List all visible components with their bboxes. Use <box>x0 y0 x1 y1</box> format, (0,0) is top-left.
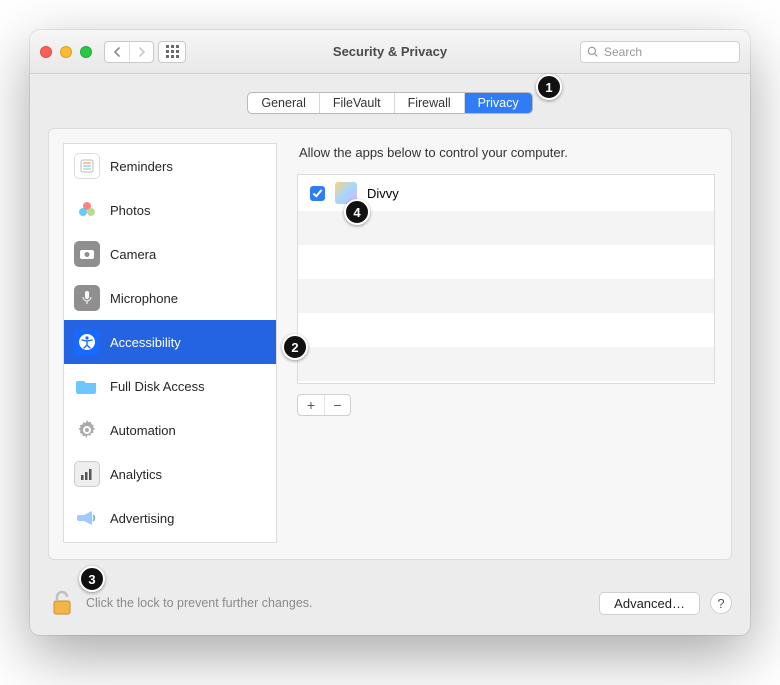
folder-icon <box>74 373 100 399</box>
app-checkbox[interactable] <box>310 186 325 201</box>
sidebar-item-accessibility[interactable]: Accessibility <box>64 320 276 364</box>
list-row-empty <box>298 347 714 381</box>
gear-icon <box>74 417 100 443</box>
show-all-button[interactable] <box>158 41 186 63</box>
tab-filevault[interactable]: FileVault <box>320 93 395 113</box>
help-button[interactable]: ? <box>710 592 732 614</box>
add-remove-buttons: + − <box>297 394 351 416</box>
instruction-text: Allow the apps below to control your com… <box>299 145 715 160</box>
sidebar-item-label: Photos <box>110 203 150 218</box>
sidebar-item-label: Analytics <box>110 467 162 482</box>
megaphone-icon <box>74 505 100 531</box>
grid-icon <box>166 45 179 58</box>
category-sidebar[interactable]: Reminders Photos Camera Microphone <box>63 143 277 543</box>
callout-3: 3 <box>79 566 105 592</box>
nav-back-forward <box>104 41 154 63</box>
list-row-empty <box>298 313 714 347</box>
sidebar-item-label: Automation <box>110 423 176 438</box>
sidebar-item-analytics[interactable]: Analytics <box>64 452 276 496</box>
sidebar-item-photos[interactable]: Photos <box>64 188 276 232</box>
sidebar-item-label: Advertising <box>110 511 174 526</box>
sidebar-item-label: Camera <box>110 247 156 262</box>
callout-1: 1 <box>536 74 562 100</box>
callout-2: 2 <box>282 334 308 360</box>
content-pane: Reminders Photos Camera Microphone <box>48 128 732 560</box>
photos-icon <box>74 197 100 223</box>
list-row-empty <box>298 245 714 279</box>
search-input[interactable]: Search <box>580 41 740 63</box>
tab-firewall[interactable]: Firewall <box>395 93 465 113</box>
forward-button[interactable] <box>129 42 153 62</box>
search-placeholder: Search <box>604 45 642 59</box>
zoom-window-button[interactable] <box>80 46 92 58</box>
preferences-window: Security & Privacy Search General FileVa… <box>30 30 750 635</box>
sidebar-item-automation[interactable]: Automation <box>64 408 276 452</box>
remove-button[interactable]: − <box>324 395 350 415</box>
lock-text: Click the lock to prevent further change… <box>86 596 313 610</box>
reminders-icon <box>74 153 100 179</box>
camera-icon <box>74 241 100 267</box>
traffic-lights <box>40 46 92 58</box>
advanced-button[interactable]: Advanced… <box>599 592 700 615</box>
tab-general[interactable]: General <box>248 93 319 113</box>
sidebar-item-label: Full Disk Access <box>110 379 205 394</box>
sidebar-item-advertising[interactable]: Advertising <box>64 496 276 540</box>
accessibility-icon <box>74 329 100 355</box>
close-window-button[interactable] <box>40 46 52 58</box>
search-icon <box>587 46 599 58</box>
footer: Click the lock to prevent further change… <box>48 589 732 617</box>
microphone-icon <box>74 285 100 311</box>
list-row-empty <box>298 279 714 313</box>
minimize-window-button[interactable] <box>60 46 72 58</box>
chart-icon <box>74 461 100 487</box>
sidebar-item-microphone[interactable]: Microphone <box>64 276 276 320</box>
titlebar: Security & Privacy Search <box>30 30 750 74</box>
sidebar-item-full-disk-access[interactable]: Full Disk Access <box>64 364 276 408</box>
sidebar-item-label: Reminders <box>110 159 173 174</box>
app-name: Divvy <box>367 186 399 201</box>
sidebar-item-reminders[interactable]: Reminders <box>64 144 276 188</box>
tab-privacy[interactable]: Privacy <box>465 93 532 113</box>
callout-4: 4 <box>344 199 370 225</box>
sidebar-item-camera[interactable]: Camera <box>64 232 276 276</box>
back-button[interactable] <box>105 42 129 62</box>
lock-icon[interactable] <box>48 589 76 617</box>
add-button[interactable]: + <box>298 395 324 415</box>
tab-bar: General FileVault Firewall Privacy <box>30 92 750 114</box>
sidebar-item-label: Microphone <box>110 291 178 306</box>
sidebar-item-label: Accessibility <box>110 335 181 350</box>
